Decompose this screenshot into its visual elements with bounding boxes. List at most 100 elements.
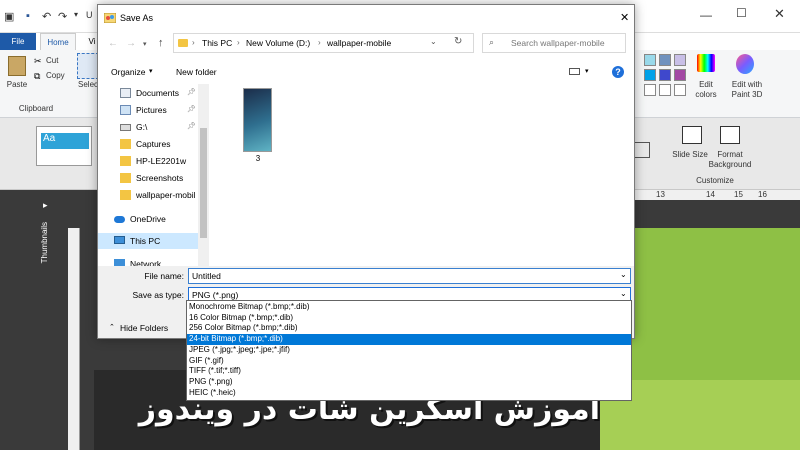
breadcrumb-folder[interactable]: wallpaper-mobile [327,38,391,48]
paste-icon[interactable] [8,56,26,76]
nav-item-screenshots[interactable]: Screenshots [98,170,198,186]
save-type-option-selected[interactable]: 24-bit Bitmap (*.bmp;*.dib) [187,334,631,345]
navigation-pane: Documents 📌︎ Pictures 📌︎ G:\ 📌︎ Captures… [98,84,209,266]
thumbnails-pane-label[interactable]: Thumbnails [40,222,54,263]
maximize-icon[interactable]: ☐ [736,6,747,20]
file-name-dropdown-icon[interactable]: ⌄ [620,270,627,279]
edit-colors-button[interactable]: Edit colors [688,80,724,100]
select-button-label[interactable]: Selec [78,80,98,90]
slide-size-icon[interactable] [682,126,702,144]
close-dialog-icon[interactable]: ✕ [620,11,629,24]
save-type-option[interactable]: PNG (*.png) [187,377,631,388]
color-swatch[interactable] [644,69,656,81]
cut-button[interactable]: Cut [46,56,58,66]
nav-item-label: Screenshots [136,173,184,183]
nav-item-label: This PC [130,236,161,246]
forward-arrow-icon[interactable]: → [126,38,136,49]
format-background-button[interactable]: Format Background [704,150,756,170]
theme-thumbnail[interactable]: Aa [36,126,92,166]
vertical-ruler [68,228,80,450]
breadcrumb-this-pc[interactable]: This PC [202,38,232,48]
scrollbar-thumb[interactable] [200,128,207,238]
color-swatch[interactable] [659,69,671,81]
folder-icon [178,39,188,47]
refresh-icon[interactable]: ↻ [454,36,462,47]
breadcrumb-volume[interactable]: New Volume (D:) [246,38,310,48]
hide-folders-button[interactable]: Hide Folders [120,323,168,333]
redo-icon[interactable]: ↷ [58,10,67,23]
minimize-icon[interactable]: — [700,8,712,22]
file-item[interactable]: 3 [242,88,276,163]
edit-paint3d-button[interactable]: Edit with Paint 3D [726,80,768,100]
paste-button-label[interactable]: Paste [2,80,32,90]
format-background-icon[interactable] [720,126,740,144]
color-swatch[interactable] [659,84,671,96]
tab-home[interactable]: Home [40,33,76,50]
color-swatch[interactable] [644,84,656,96]
save-type-dropdown-icon[interactable]: ⌄ [620,289,627,298]
view-dropdown-icon[interactable]: ▾ [585,67,589,75]
organize-dropdown-icon[interactable]: ▾ [149,67,153,75]
address-dropdown-icon[interactable]: ⌄ [430,37,437,46]
folder-icon [120,173,131,183]
save-type-option[interactable]: GIF (*.gif) [187,356,631,367]
nav-item-captures[interactable]: Captures [98,136,198,152]
organize-button[interactable]: Organize [111,67,146,77]
search-box[interactable]: ⌕ Search wallpaper-mobile [482,33,626,53]
cut-icon[interactable]: ✂ [34,56,42,67]
close-window-icon[interactable]: ✕ [774,6,785,22]
address-bar[interactable]: › This PC › New Volume (D:) › wallpaper-… [173,33,474,53]
save-type-option[interactable]: Monochrome Bitmap (*.bmp;*.dib) [187,302,631,313]
nav-item-hp-le2201w[interactable]: HP-LE2201w [98,153,198,169]
pin-icon[interactable]: 📌︎ [187,85,196,101]
save-quick-icon[interactable]: ▪ [26,10,30,22]
undo-icon[interactable]: ↶ [42,10,51,23]
pin-icon[interactable]: 📌︎ [187,119,196,135]
color-swatch[interactable] [674,69,686,81]
nav-item-label: wallpaper-mobil [136,190,196,200]
nav-item-wallpaper-mobile[interactable]: wallpaper-mobil [98,187,198,203]
nav-item-onedrive[interactable]: OneDrive [98,211,198,227]
nav-item-pictures[interactable]: Pictures 📌︎ [98,102,198,118]
new-folder-button[interactable]: New folder [176,67,217,77]
file-name-input[interactable]: Untitled [188,268,631,284]
recent-dropdown-icon[interactable]: ▾ [143,40,147,48]
color-swatch[interactable] [674,54,686,66]
color-swatch[interactable] [674,84,686,96]
save-type-option[interactable]: JPEG (*.jpg;*.jpeg;*.jpe;*.jfif) [187,345,631,356]
copy-icon[interactable]: ⧉ [34,71,40,82]
nav-item-this-pc[interactable]: This PC [98,233,198,249]
ruler-number: 15 [734,190,743,199]
file-name-label: File name: [144,271,184,281]
nav-item-documents[interactable]: Documents 📌︎ [98,85,198,101]
computer-icon [114,236,125,244]
drive-icon [120,124,131,131]
edit-colors-icon[interactable] [697,54,715,72]
save-type-option[interactable]: HEIC (*.heic) [187,388,631,399]
folder-icon [120,190,131,200]
hide-folders-chevron-icon[interactable]: ⌃ [109,323,115,331]
back-arrow-icon[interactable]: ← [108,38,118,49]
copy-button[interactable]: Copy [46,71,65,81]
pin-icon[interactable]: 📌︎ [187,102,196,118]
paint3d-icon[interactable] [736,54,754,74]
nav-item-g-drive[interactable]: G:\ 📌︎ [98,119,198,135]
save-type-option[interactable]: TIFF (*.tif;*.tiff) [187,366,631,377]
save-type-option[interactable]: 256 Color Bitmap (*.bmp;*.dib) [187,323,631,334]
expand-thumbnails-icon[interactable]: ▸ [43,200,48,211]
view-options-icon[interactable] [569,68,580,75]
color-swatch[interactable] [659,54,671,66]
tab-file[interactable]: File [0,33,36,50]
nav-item-network[interactable]: Network [98,256,198,266]
quick-access-dropdown-icon[interactable]: ▾ [74,10,78,19]
save-type-option[interactable]: 16 Color Bitmap (*.bmp;*.dib) [187,313,631,324]
help-icon[interactable]: ? [612,66,624,78]
color-swatch[interactable] [644,54,656,66]
up-arrow-icon[interactable]: ↑ [158,37,164,49]
search-icon: ⌕ [489,37,495,47]
nav-scrollbar[interactable] [198,84,209,266]
dialog-title-bar: Save As ✕ [98,5,634,31]
folder-icon [120,156,131,166]
slide-size-button[interactable]: Slide Size [672,150,708,160]
select-icon[interactable] [77,53,99,79]
